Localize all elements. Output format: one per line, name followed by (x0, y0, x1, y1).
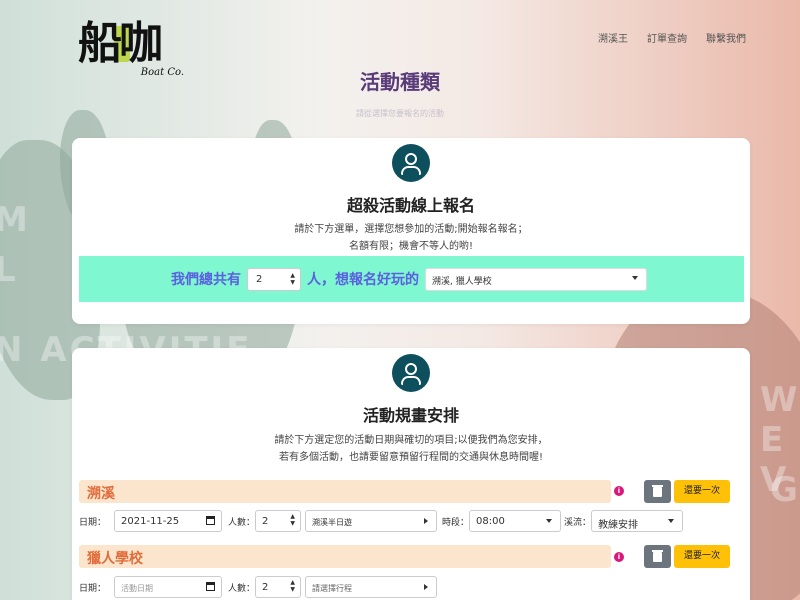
signup-desc-line: 名額有限；機會不等人的喲! (348, 241, 473, 252)
repeat-button[interactable]: 還要一次 (674, 480, 730, 503)
chevron-down-icon (632, 275, 638, 280)
people-label: 人數： (228, 583, 256, 594)
user-avatar-icon (392, 144, 430, 182)
people-value: 2 (262, 516, 269, 527)
people-value: 2 (262, 582, 269, 593)
activity-section-title: 獵人學校 (87, 551, 143, 567)
info-icon[interactable]: i (614, 552, 624, 562)
time-select[interactable]: 08:00 (469, 510, 562, 532)
plan-description: 請於下方選定您的活動日期與確切的項目;以便我們為您安排， 若有多個活動，也請要留… (72, 432, 750, 466)
info-icon[interactable]: i (614, 486, 624, 496)
chevron-down-icon (668, 519, 675, 523)
people-field[interactable]: 2 ▲ ▼ (255, 576, 302, 598)
activity-section-header: 溯溪 (79, 480, 611, 503)
date-value: 2021-11-25 (121, 516, 180, 527)
page-subtitle: 請從選擇您要報名的活動 (356, 109, 444, 118)
signup-desc-line: 請於下方選單，選擇您想參加的活動;開始報名報名； (294, 224, 528, 235)
people-label: 人數： (228, 517, 256, 528)
activity-row: 日期： 活動日期 人數： 2 ▲ ▼ 請選擇行程 (79, 576, 438, 598)
plan-desc-line: 若有多個活動，也請要留意預留行程間的交通與休息時間喔! (278, 452, 543, 463)
stream-label: 溪流： (564, 517, 592, 528)
date-label: 日期： (79, 517, 107, 528)
activity-select[interactable]: 溯溪, 獵人學校 (425, 267, 647, 291)
activity-section-title: 溯溪 (87, 486, 115, 502)
time-label: 時段： (442, 517, 470, 528)
calendar-icon[interactable] (206, 516, 216, 525)
chevron-right-icon (424, 584, 429, 590)
signup-description: 請於下方選單，選擇您想參加的活動;開始報名報名； 名額有限；機會不等人的喲! (72, 221, 750, 255)
activity-section-header: 獵人學校 (79, 545, 611, 568)
stream-select[interactable]: 教練安排 (591, 510, 684, 532)
nav-link-home[interactable]: 溯溪王 (598, 30, 628, 45)
top-nav: 溯溪王 訂單查詢 聯繫我們 (598, 30, 746, 45)
stream-value: 教練安排 (598, 520, 639, 531)
plan-title: 活動規畫安排 (362, 406, 459, 425)
trip-value: 溯溪半日遊 (312, 518, 353, 527)
signup-suffix-label: 人，想報名好玩的 (307, 272, 419, 288)
spinner-icon[interactable]: ▲ ▼ (290, 513, 295, 527)
plan-desc-line: 請於下方選定您的活動日期與確切的項目;以便我們為您安排， (274, 435, 548, 446)
time-value: 08:00 (476, 516, 505, 527)
calendar-icon[interactable] (206, 582, 216, 591)
spinner-icon[interactable]: ▲ ▼ (290, 579, 295, 593)
chevron-down-icon (546, 519, 553, 523)
trip-placeholder: 請選擇行程 (312, 584, 353, 593)
date-placeholder: 活動日期 (121, 584, 154, 593)
activity-row: 日期： 2021-11-25 人數： 2 ▲ ▼ 溯溪半日遊 時段： 08:00 … (79, 510, 684, 532)
people-count-value: 2 (256, 273, 263, 285)
activity-select-value: 溯溪, 獵人學校 (432, 276, 492, 287)
people-field[interactable]: 2 ▲ ▼ (255, 510, 302, 532)
people-count-input[interactable]: 2 ▲ ▼ (247, 267, 301, 291)
signup-title: 超殺活動線上報名 (346, 196, 475, 215)
user-avatar-icon (392, 354, 430, 392)
nav-link-order-query[interactable]: 訂單查詢 (647, 30, 687, 45)
chevron-right-icon (424, 518, 429, 524)
repeat-button[interactable]: 還要一次 (674, 545, 730, 568)
delete-button[interactable] (644, 480, 671, 503)
signup-card: 超殺活動線上報名 請於下方選單，選擇您想參加的活動;開始報名報名； 名額有限；機… (72, 138, 750, 324)
date-label: 日期： (79, 583, 107, 594)
spinner-icon[interactable]: ▲ ▼ (290, 272, 295, 286)
page-title: 活動種類 (360, 70, 440, 94)
signup-prefix-label: 我們總共有 (171, 272, 241, 288)
date-field[interactable]: 2021-11-25 (114, 510, 223, 532)
signup-bar: 我們總共有 2 ▲ ▼ 人，想報名好玩的 溯溪, 獵人學校 (79, 256, 744, 302)
date-field[interactable]: 活動日期 (114, 576, 223, 598)
trip-select[interactable]: 請選擇行程 (305, 576, 438, 598)
delete-button[interactable] (644, 545, 671, 568)
nav-link-contact[interactable]: 聯繫我們 (706, 30, 746, 45)
plan-card: 活動規畫安排 請於下方選定您的活動日期與確切的項目;以便我們為您安排， 若有多個… (72, 348, 750, 600)
logo-mark: 船咖 (78, 18, 163, 69)
trip-select[interactable]: 溯溪半日遊 (305, 510, 438, 532)
